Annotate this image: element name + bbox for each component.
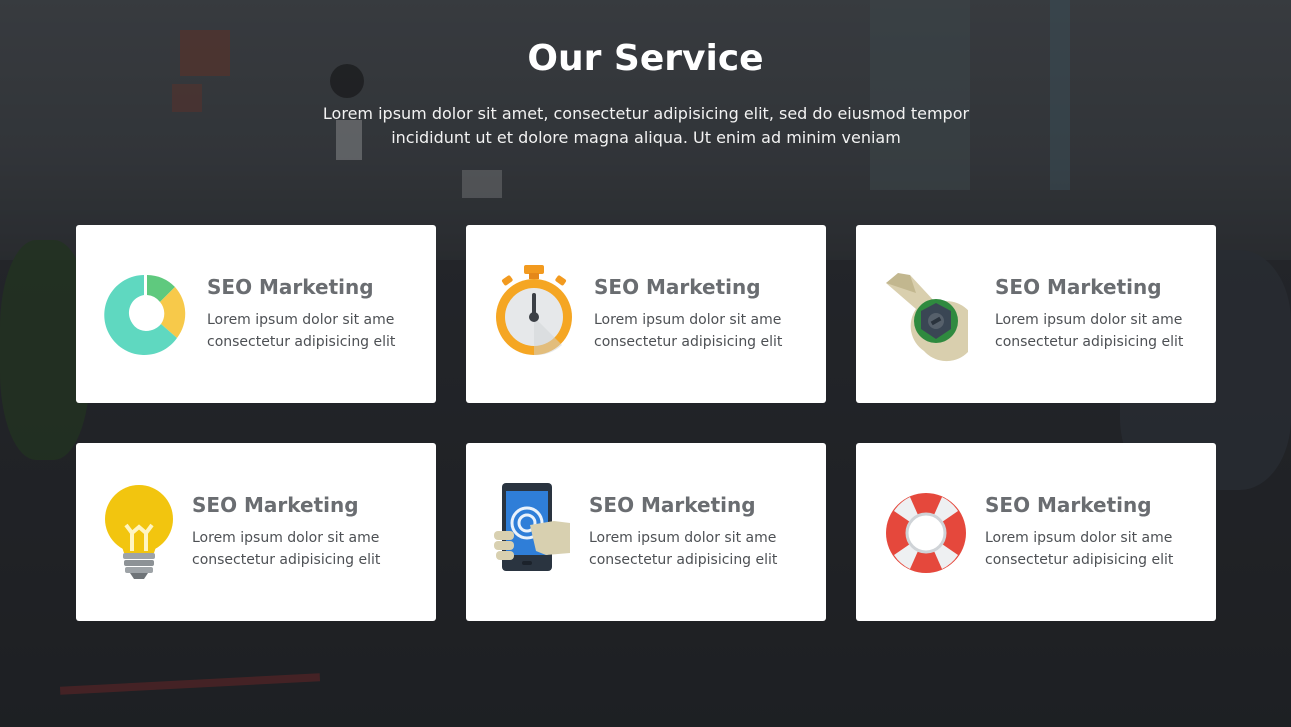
service-title: SEO Marketing <box>985 493 1152 517</box>
donut-chart-icon <box>104 275 186 355</box>
wrench-icon <box>886 273 968 362</box>
service-card-seo[interactable]: SEO Marketing Lorem ipsum dolor sit ame … <box>856 225 1216 403</box>
lifebuoy-icon <box>886 493 966 573</box>
service-title: SEO Marketing <box>594 275 761 299</box>
service-card-seo[interactable]: SEO Marketing Lorem ipsum dolor sit ame … <box>466 443 826 621</box>
service-description: Lorem ipsum dolor sit ame consectetur ad… <box>995 312 1184 350</box>
service-description: Lorem ipsum dolor sit ame consectetur ad… <box>192 530 381 568</box>
section-intro: Lorem ipsum dolor sit amet, consectetur … <box>322 104 970 147</box>
services-section: Our Service Lorem ipsum dolor sit amet, … <box>0 0 1291 727</box>
service-card-seo[interactable]: SEO Marketing Lorem ipsum dolor sit ame … <box>76 443 436 621</box>
smartphone-touch-icon <box>494 483 570 571</box>
lightbulb-icon <box>105 485 173 579</box>
service-description: Lorem ipsum dolor sit ame consectetur ad… <box>207 312 396 350</box>
service-card-seo[interactable]: SEO Marketing Lorem ipsum dolor sit ame … <box>76 225 436 403</box>
service-card-seo[interactable]: SEO Marketing Lorem ipsum dolor sit ame … <box>466 225 826 403</box>
section-title: Our Service <box>527 38 764 79</box>
service-description: Lorem ipsum dolor sit ame consectetur ad… <box>985 530 1174 568</box>
service-title: SEO Marketing <box>589 493 756 517</box>
service-title: SEO Marketing <box>995 275 1162 299</box>
stopwatch-icon <box>496 265 572 356</box>
service-title: SEO Marketing <box>192 493 359 517</box>
service-description: Lorem ipsum dolor sit ame consectetur ad… <box>589 530 778 568</box>
service-card-seo[interactable]: SEO Marketing Lorem ipsum dolor sit ame … <box>856 443 1216 621</box>
service-title: SEO Marketing <box>207 275 374 299</box>
service-description: Lorem ipsum dolor sit ame consectetur ad… <box>594 312 783 350</box>
